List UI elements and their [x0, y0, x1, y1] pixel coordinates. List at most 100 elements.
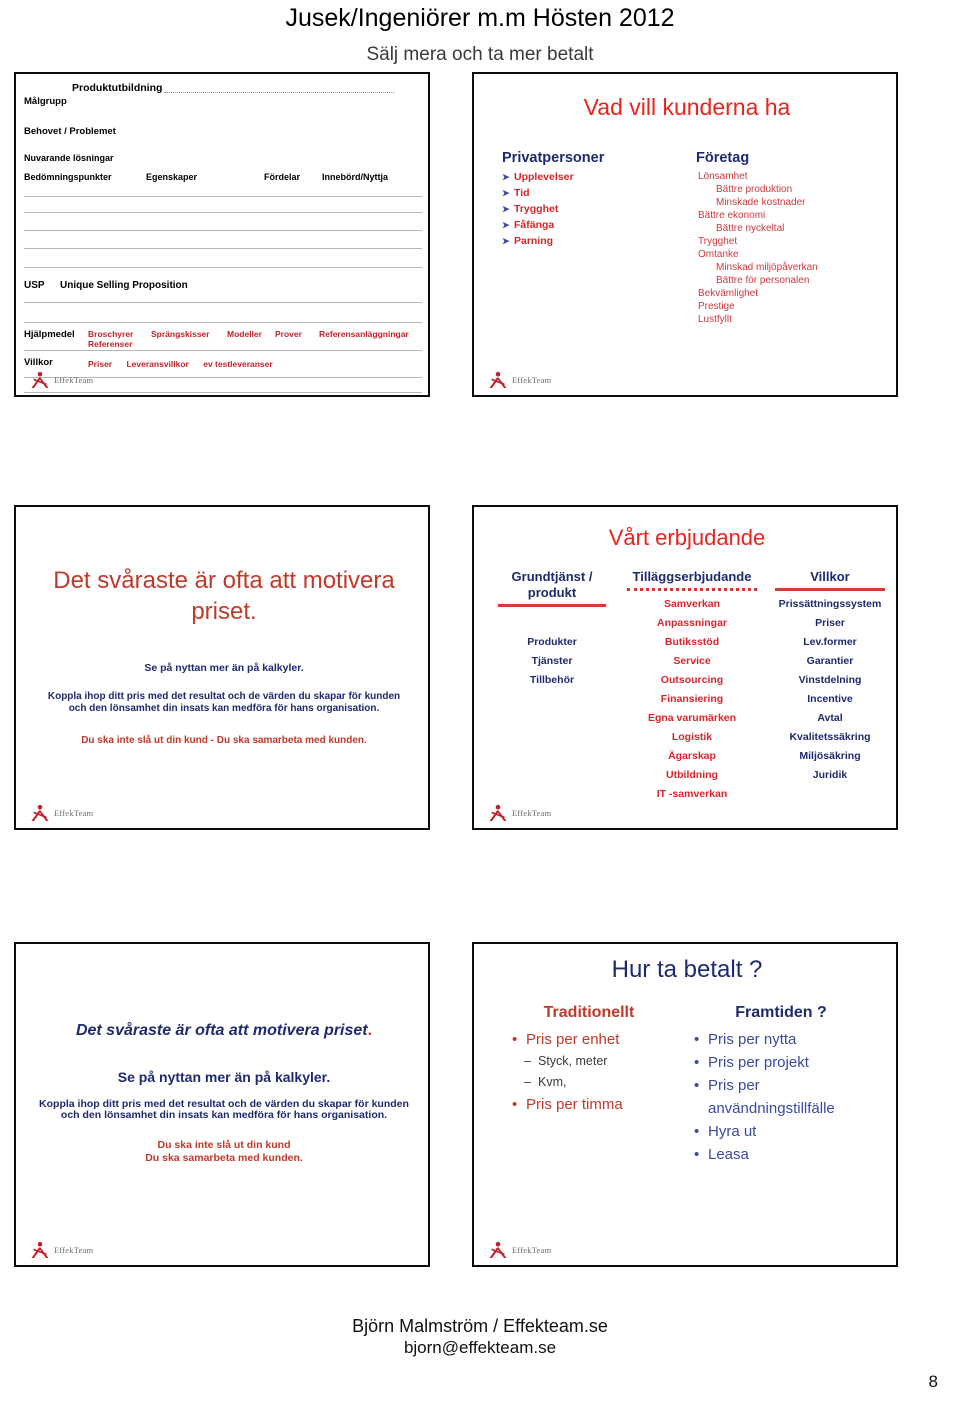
- slide3-subtitle: Se på nyttan mer än på kalkyler.: [144, 662, 304, 674]
- slide2-private-heading: Privatpersoner: [502, 150, 605, 166]
- effekteam-logo-text: EffekTeam: [54, 1245, 94, 1255]
- slide1-hjalpmedel-item: Referensanläggningar: [319, 329, 409, 339]
- author-line: Björn Malmström / Effekteam.se: [352, 1316, 608, 1336]
- slide5-body: Koppla ihop ditt pris med det resultat o…: [39, 1098, 409, 1121]
- slide2-company-item: Prestige: [698, 301, 735, 312]
- slide1-divider: [24, 230, 422, 231]
- slide4-col-c-item: Kvalitetssäkring: [789, 731, 871, 743]
- slide-3-motivera-priset: Det svåraste är ofta att motivera priset…: [14, 505, 430, 830]
- effekteam-logo: EffekTeam: [488, 1240, 551, 1260]
- slide2-private-item: ➤ Upplevelser: [502, 170, 682, 184]
- slide4-col-a-item: Tillbehör: [529, 674, 575, 686]
- slide4-col-a-heading: Grundtjänst / produkt: [511, 569, 593, 600]
- slide1-divider: [24, 302, 422, 303]
- slide4-col-c-item: Incentive: [807, 693, 853, 705]
- slide4-col-b-item: Service: [673, 655, 711, 667]
- effekteam-logo-text: EffekTeam: [512, 375, 552, 385]
- slide-4-vart-erbjudande: Vårt erbjudande Grundtjänst / produkt Pr…: [472, 505, 898, 830]
- slide5-footer-line-2: Du ska samarbeta med kunden.: [145, 1152, 303, 1164]
- slide5-title: Det svåraste är ofta att motivera priset…: [36, 1022, 412, 1040]
- person-figure-icon: [31, 1241, 49, 1258]
- chevron-right-icon: ➤: [502, 188, 510, 198]
- page-header: Jusek/Ingeniörer m.m Hösten 2012 Sälj me…: [0, 0, 960, 66]
- slide2-private-item: ➤ Trygghet: [502, 202, 682, 216]
- slide4-col-c-item: Vinstdelning: [798, 674, 862, 686]
- effekteam-logo-text: EffekTeam: [512, 1245, 552, 1255]
- dash-icon: –: [524, 1075, 531, 1089]
- chevron-right-icon: ➤: [502, 172, 510, 182]
- slide1-hjalpmedel-item: Sprängskisser: [151, 329, 210, 339]
- slide2-company-item: Lustfyllt: [698, 314, 732, 325]
- slide2-company-item: Minskade kostnader: [716, 197, 806, 208]
- slide1-hjalpmedel-item: Prover: [275, 329, 302, 339]
- slide1-col-4: Innebörd/Nyttja: [322, 172, 389, 182]
- slide2-title: Vad vill kunderna ha: [583, 94, 791, 120]
- slide1-divider: [24, 212, 422, 213]
- page-footer: Björn Malmström / Effekteam.se bjorn@eff…: [0, 1316, 960, 1358]
- slide4-col-b-item: Logistik: [671, 731, 713, 743]
- slide2-company-item: Trygghet: [698, 236, 738, 247]
- slide2-private-item-label: Trygghet: [514, 203, 559, 215]
- bullet-icon: •: [694, 1077, 700, 1094]
- dash-icon: –: [524, 1054, 531, 1068]
- slide1-nuvarande-label: Nuvarande lösningar: [24, 153, 114, 163]
- effekteam-logo: EffekTeam: [30, 803, 93, 823]
- bullet-icon: •: [694, 1146, 700, 1163]
- chevron-right-icon: ➤: [502, 204, 510, 214]
- slide1-villkor-item: Priser: [88, 359, 113, 369]
- bullet-icon: •: [694, 1054, 700, 1071]
- effekteam-logo-text: EffekTeam: [54, 375, 94, 385]
- effekteam-logo: EffekTeam: [30, 370, 93, 390]
- slide4-col-c-item: Lev.former: [803, 636, 857, 648]
- bullet-icon: •: [694, 1031, 700, 1048]
- slide1-product-label: Produktutbildning: [72, 82, 163, 94]
- slide4-title: Vårt erbjudande: [608, 525, 766, 550]
- slide4-col-c-item: Priser: [815, 617, 845, 629]
- slide1-col-3: Fördelar: [264, 172, 301, 182]
- bullet-icon: •: [512, 1031, 518, 1048]
- slide1-col-1: Bedömningspunkter: [24, 172, 112, 182]
- slide2-private-item: ➤ Parning: [502, 234, 682, 248]
- page-number: 8: [928, 1372, 938, 1391]
- slide5-title-dot: .: [367, 1022, 373, 1039]
- slide4-col-b-item: Butiksstöd: [664, 636, 720, 648]
- slide6-col-a-item: • Pris per enhet: [508, 1028, 674, 1051]
- slide1-divider: [24, 267, 422, 268]
- slide2-company-item: Lönsamhet: [698, 171, 748, 182]
- slide4-col-a-item: Tjänster: [531, 655, 573, 667]
- bullet-icon: •: [512, 1096, 518, 1113]
- slide2-private-item-label: Fåfänga: [514, 219, 555, 231]
- slide4-col-b-item: Anpassningar: [656, 617, 727, 629]
- slide2-private-item-label: Tid: [514, 187, 530, 199]
- slide6-col-a-item-label: Pris per timma: [526, 1096, 623, 1113]
- slide6-col-b-item-label: Pris per nytta: [708, 1031, 797, 1048]
- slide2-company-item: Bättre nyckeltal: [716, 223, 785, 234]
- slide6-col-b-item-label: Leasa: [708, 1146, 749, 1163]
- slide2-private-item-label: Upplevelser: [514, 171, 574, 183]
- slide-1-produktutbildning: Produktutbildning Målgrupp Behovet / Pro…: [14, 72, 430, 397]
- slide2-company-item: Bättre för personalen: [716, 275, 810, 286]
- slide2-company-item: Omtanke: [698, 249, 739, 260]
- slide5-subtitle: Se på nyttan mer än på kalkyler.: [117, 1069, 331, 1085]
- slide2-company-item: Bättre ekonomi: [698, 210, 766, 221]
- slide2-company-item: Bättre produktion: [716, 184, 793, 195]
- slide6-col-a-item-label: Pris per enhet: [526, 1031, 620, 1048]
- slide-2-vad-vill-kunderna-ha: Vad vill kunderna ha Privatpersoner ➤ Upp…: [472, 72, 898, 397]
- slide-5-motivera-priset-sammanfattning: Det svåraste är ofta att motivera priset…: [14, 942, 430, 1267]
- person-figure-icon: [31, 371, 49, 388]
- slide6-col-b-item: • Pris per användningstillfälle: [690, 1074, 876, 1120]
- slide4-col-c-item: Prissättningssystem: [778, 598, 882, 610]
- slide6-col-a-item: • Pris per timma: [508, 1093, 674, 1116]
- email-line: bjorn@effekteam.se: [403, 1338, 557, 1357]
- slide3-footer: Du ska inte slå ut din kund - Du ska sam…: [81, 735, 367, 746]
- chevron-right-icon: ➤: [502, 220, 510, 230]
- slide4-col-b-item: Samverkan: [663, 598, 721, 610]
- slide1-divider: [24, 392, 422, 393]
- slide1-hjalpmedel-item: Modeller: [227, 329, 262, 339]
- slide4-col-c-rule: [775, 588, 885, 591]
- slide3-body: Koppla ihop ditt pris med det resultat o…: [47, 691, 401, 714]
- slide4-col-b-item: Outsourcing: [660, 674, 724, 686]
- effekteam-logo: EffekTeam: [488, 803, 551, 823]
- slide1-col-2: Egenskaper: [146, 172, 198, 182]
- slide4-col-b-item: Ägarskap: [668, 750, 716, 762]
